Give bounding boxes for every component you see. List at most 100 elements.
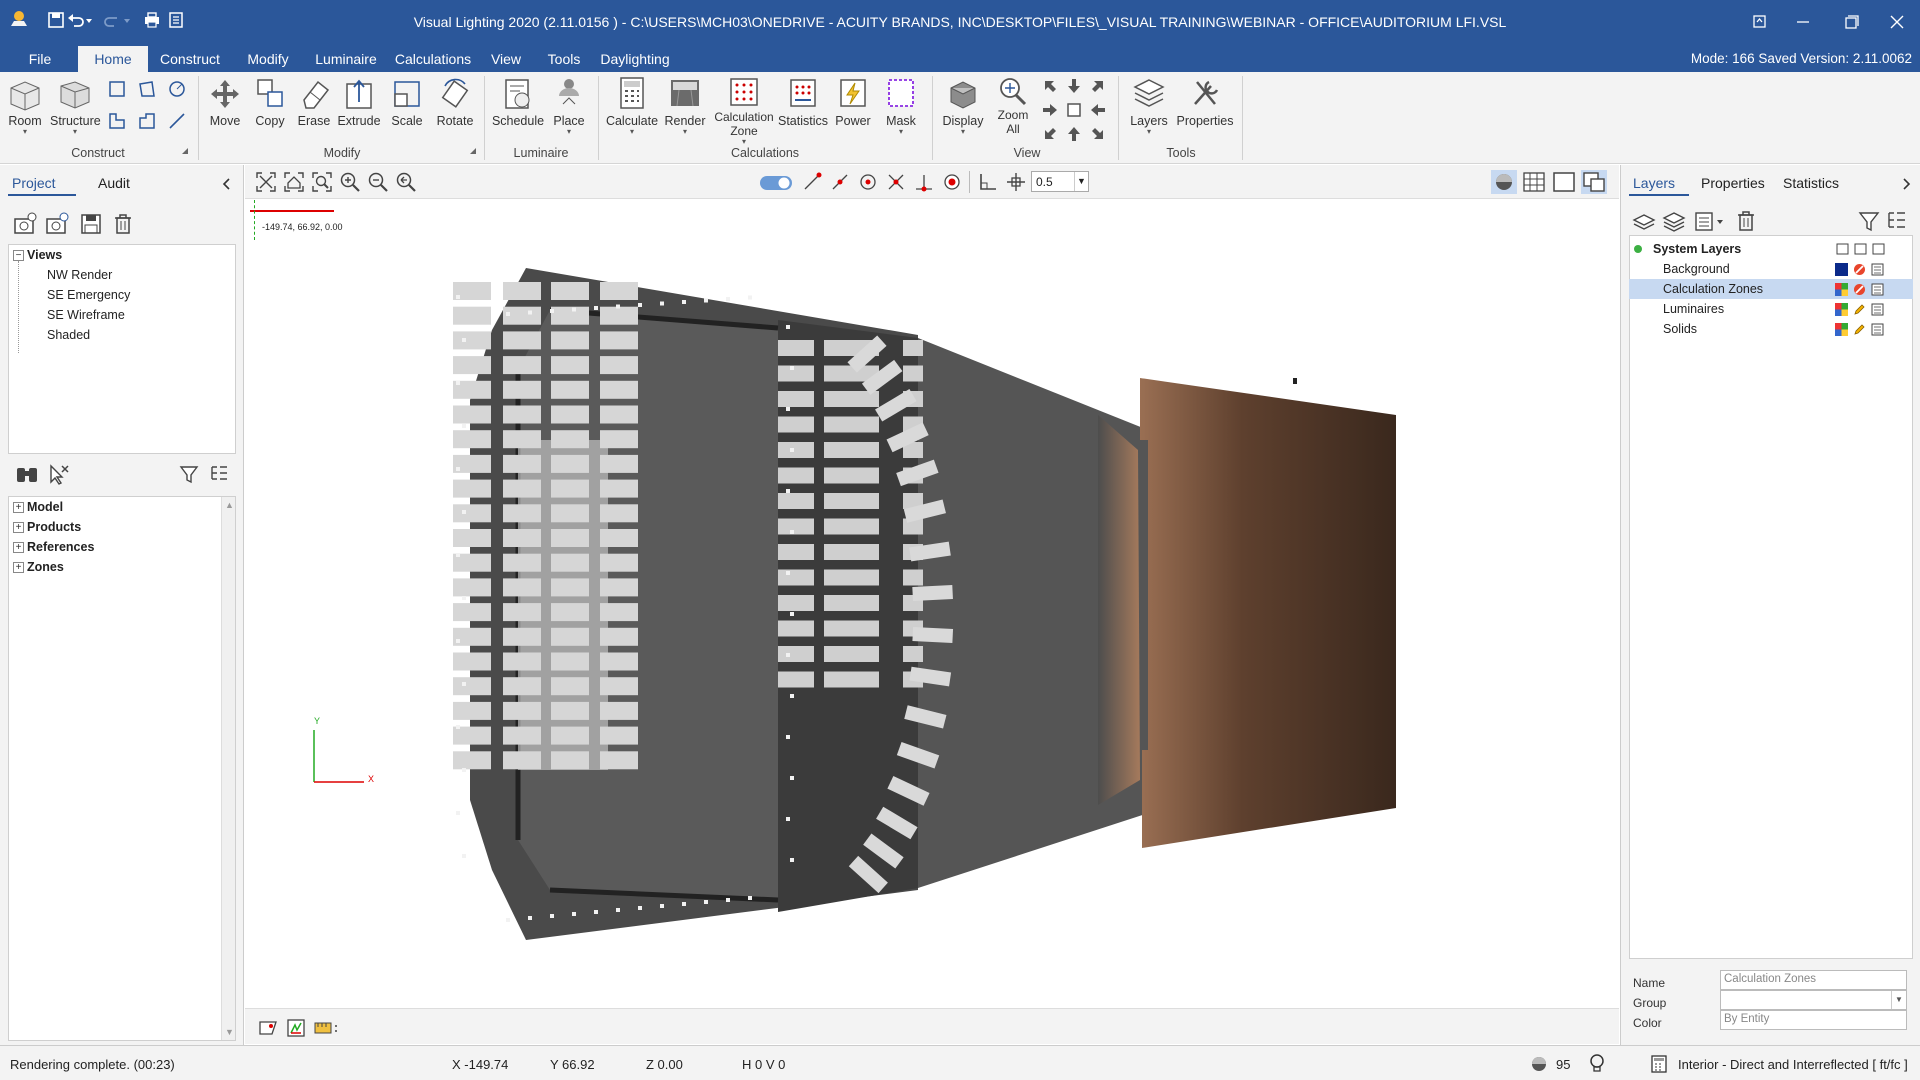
close-icon[interactable] bbox=[1884, 10, 1910, 34]
move-button[interactable]: Move bbox=[204, 74, 246, 146]
zoom-all-button[interactable]: Zoom All bbox=[990, 74, 1036, 146]
layers-button[interactable]: Layers ▾ bbox=[1124, 74, 1174, 146]
calculate-button[interactable]: Calculate ▾ bbox=[604, 74, 660, 146]
lightbulb-icon[interactable] bbox=[1588, 1053, 1606, 1075]
add-layer-icon[interactable] bbox=[1631, 209, 1657, 233]
tab-tools[interactable]: Tools bbox=[542, 46, 586, 72]
layer-row-system[interactable]: System Layers bbox=[1629, 239, 1913, 259]
tree-item-zones[interactable]: Zones bbox=[27, 560, 64, 574]
rotate-button[interactable]: Rotate bbox=[432, 74, 478, 146]
tab-home[interactable]: Home bbox=[78, 46, 148, 72]
pencil-icon[interactable] bbox=[1853, 303, 1866, 316]
snap-distance-select[interactable]: 0.5 ▼ bbox=[1031, 171, 1089, 192]
pencil-icon[interactable] bbox=[1853, 323, 1866, 336]
model-expand-icon[interactable]: + bbox=[13, 502, 24, 513]
zoom-extents-icon[interactable] bbox=[255, 171, 277, 193]
properties-button[interactable]: Properties bbox=[1174, 74, 1236, 146]
layer-calc-icon[interactable] bbox=[1871, 283, 1884, 296]
layer-name-field[interactable]: Calculation Zones bbox=[1720, 970, 1907, 990]
view-item-nw-render[interactable]: NW Render bbox=[47, 268, 112, 282]
minimize-icon[interactable] bbox=[1790, 10, 1816, 34]
view-nw-arrow-icon[interactable] bbox=[1040, 76, 1060, 96]
layer-calc-icon[interactable] bbox=[1871, 303, 1884, 316]
snap-midpoint-icon[interactable] bbox=[829, 171, 851, 193]
grid-display-icon[interactable] bbox=[1521, 170, 1547, 194]
group-chevron-down-icon[interactable]: ▼ bbox=[1891, 991, 1906, 1009]
select-clear-icon[interactable] bbox=[46, 462, 72, 486]
tab-modify[interactable]: Modify bbox=[240, 46, 296, 72]
snap-perpendicular-icon[interactable] bbox=[913, 171, 935, 193]
layer-calc-icon[interactable] bbox=[1871, 263, 1884, 276]
tab-luminaire[interactable]: Luminaire bbox=[312, 46, 380, 72]
layer-color-field[interactable]: By Entity bbox=[1720, 1010, 1907, 1030]
erase-button[interactable]: Erase bbox=[294, 74, 334, 146]
tab-properties[interactable]: Properties bbox=[1701, 175, 1765, 191]
layer-group-select[interactable] bbox=[1720, 990, 1907, 1010]
view-ne-arrow-icon[interactable] bbox=[1088, 76, 1108, 96]
view-sw-arrow-icon[interactable] bbox=[1040, 124, 1060, 144]
tab-audit[interactable]: Audit bbox=[98, 175, 130, 191]
tree-options-icon[interactable] bbox=[208, 463, 230, 485]
snap-nearest-icon[interactable] bbox=[941, 171, 963, 193]
wireframe-display-icon[interactable] bbox=[1551, 170, 1577, 194]
layer-row[interactable]: Background bbox=[1629, 259, 1913, 279]
shaded-display-icon[interactable] bbox=[1491, 170, 1517, 194]
zoom-home-icon[interactable] bbox=[283, 171, 305, 193]
scroll-up-icon[interactable]: ▲ bbox=[225, 500, 234, 510]
room-edit-icon[interactable] bbox=[136, 110, 158, 132]
overlay-display-icon[interactable] bbox=[1581, 170, 1607, 194]
view-item-se-emergency[interactable]: SE Emergency bbox=[47, 288, 130, 302]
zoom-previous-icon[interactable] bbox=[395, 171, 417, 193]
luminaire-count-icon[interactable] bbox=[1530, 1055, 1548, 1073]
place-button[interactable]: Place ▾ bbox=[546, 74, 592, 146]
tree-item-model[interactable]: Model bbox=[27, 500, 63, 514]
views-header[interactable]: Views bbox=[27, 248, 62, 262]
no-edit-icon[interactable] bbox=[1853, 283, 1866, 296]
tab-statistics[interactable]: Statistics bbox=[1783, 175, 1839, 191]
layer-list-icon[interactable] bbox=[1693, 209, 1729, 233]
circle-icon[interactable] bbox=[166, 78, 188, 100]
view-east-arrow-icon[interactable] bbox=[1088, 100, 1108, 120]
maximize-icon[interactable] bbox=[1838, 10, 1864, 34]
export-view-icon[interactable] bbox=[285, 1017, 307, 1039]
products-expand-icon[interactable]: + bbox=[13, 522, 24, 533]
print-view-icon[interactable] bbox=[257, 1017, 279, 1039]
tab-construct[interactable]: Construct bbox=[156, 46, 224, 72]
extrude-button[interactable]: Extrude bbox=[336, 74, 382, 146]
snap-intersection-icon[interactable] bbox=[885, 171, 907, 193]
view-south-arrow-icon[interactable] bbox=[1064, 124, 1084, 144]
shape-edit-icon[interactable] bbox=[106, 110, 128, 132]
polygon-icon[interactable] bbox=[136, 78, 158, 100]
render-button[interactable]: Render ▾ bbox=[660, 74, 710, 146]
expand-panel-icon[interactable] bbox=[1899, 177, 1913, 191]
references-expand-icon[interactable]: + bbox=[13, 542, 24, 553]
view-west-arrow-icon[interactable] bbox=[1040, 100, 1060, 120]
auditorium-model-render[interactable] bbox=[248, 200, 1618, 1008]
views-collapse-icon[interactable]: − bbox=[13, 250, 24, 261]
display-button[interactable]: Display ▾ bbox=[938, 74, 988, 146]
layer-row[interactable]: Solids bbox=[1629, 319, 1913, 339]
layer-header-toggles-icon[interactable] bbox=[1835, 242, 1889, 257]
layer-stack-icon[interactable] bbox=[1661, 209, 1687, 233]
layer-calc-icon[interactable] bbox=[1871, 323, 1884, 336]
rectangle-icon[interactable] bbox=[106, 78, 128, 100]
save-view-icon[interactable] bbox=[78, 211, 104, 237]
layer-row[interactable]: Luminaires bbox=[1629, 299, 1913, 319]
layer-filter-icon[interactable] bbox=[1857, 209, 1881, 233]
zoom-out-icon[interactable] bbox=[367, 171, 389, 193]
room-button[interactable]: Room ▾ bbox=[6, 74, 44, 146]
filter-icon[interactable] bbox=[178, 463, 200, 485]
scroll-down-icon[interactable]: ▼ bbox=[225, 1027, 234, 1037]
tab-view[interactable]: View bbox=[486, 46, 526, 72]
calculation-zone-button[interactable]: Calculation Zone ▾ bbox=[712, 74, 776, 146]
measure-tape-icon[interactable] bbox=[313, 1019, 339, 1037]
zones-expand-icon[interactable]: + bbox=[13, 562, 24, 573]
snap-endpoint-icon[interactable] bbox=[801, 171, 823, 193]
view-item-shaded[interactable]: Shaded bbox=[47, 328, 90, 342]
statistics-button[interactable]: Statistics bbox=[778, 74, 828, 146]
tab-calculations[interactable]: Calculations bbox=[394, 46, 472, 72]
layer-options-icon[interactable] bbox=[1885, 209, 1909, 233]
tree-item-products[interactable]: Products bbox=[27, 520, 81, 534]
tree-item-references[interactable]: References bbox=[27, 540, 94, 554]
ortho-icon[interactable] bbox=[977, 171, 999, 193]
